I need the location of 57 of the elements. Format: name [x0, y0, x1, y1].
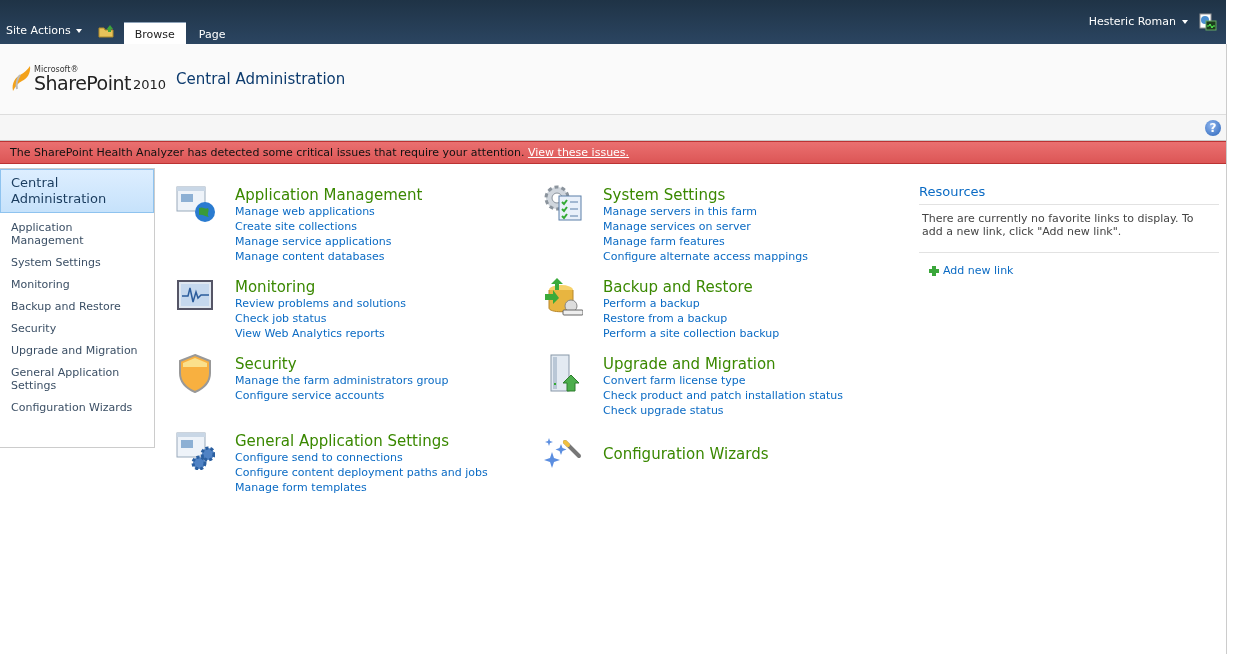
admin-link[interactable]: Configure service accounts: [235, 388, 449, 403]
add-link[interactable]: Add new link: [943, 263, 1014, 278]
section-heading[interactable]: Security: [235, 356, 449, 373]
web-page-gears-icon[interactable]: [175, 430, 215, 470]
section-heading[interactable]: Backup and Restore: [603, 279, 780, 296]
monitor-icon[interactable]: [1199, 13, 1217, 31]
database-arrows-icon[interactable]: [543, 276, 583, 316]
sidebar-item[interactable]: Configuration Wizards: [0, 397, 154, 419]
admin-link[interactable]: Manage form templates: [235, 480, 488, 495]
admin-link[interactable]: Manage web applications: [235, 204, 423, 219]
gear-checklist-icon[interactable]: [543, 184, 583, 224]
sharepoint-logo: Microsoft® SharePoint 2010: [10, 65, 167, 93]
site-actions-menu[interactable]: Site Actions: [0, 24, 88, 44]
section-heading[interactable]: System Settings: [603, 187, 809, 204]
sidebar-item[interactable]: Central Administration: [0, 169, 154, 213]
section-heading[interactable]: Upgrade and Migration: [603, 356, 843, 373]
admin-link[interactable]: Manage farm features: [603, 234, 809, 249]
admin-link[interactable]: Convert farm license type: [603, 373, 843, 388]
admin-link[interactable]: Manage servers in this farm: [603, 204, 809, 219]
resources-heading: Resources: [919, 184, 1219, 205]
ribbon-tab[interactable]: Browse: [123, 22, 186, 44]
sidebar-item[interactable]: General Application Settings: [0, 362, 154, 397]
sidebar-item[interactable]: Monitoring: [0, 274, 154, 296]
alert-message: The SharePoint Health Analyzer has detected some critical issues that require your attention. View these issues.: [10, 146, 631, 159]
admin-link[interactable]: Configure content deployment paths and jobs: [235, 465, 488, 480]
section-heading[interactable]: Configuration Wizards: [603, 446, 769, 463]
site-title[interactable]: Central Administration: [176, 70, 346, 88]
resources-message: There are currently no favorite links to display. To add a new link, click "Add new link".: [919, 205, 1219, 253]
admin-link[interactable]: Check upgrade status: [603, 403, 843, 418]
sidebar-item[interactable]: System Settings: [0, 252, 154, 274]
admin-link[interactable]: Manage content databases: [235, 249, 423, 264]
admin-link[interactable]: Review problems and solutions: [235, 296, 406, 311]
admin-link[interactable]: Create site collections: [235, 219, 423, 234]
admin-link[interactable]: View Web Analytics reports: [235, 326, 406, 341]
web-page-globe-icon[interactable]: [175, 184, 215, 224]
admin-link[interactable]: Manage services on server: [603, 219, 809, 234]
admin-link[interactable]: Perform a backup: [603, 296, 780, 311]
admin-link[interactable]: Check product and patch installation status: [603, 388, 843, 403]
plus-icon[interactable]: [929, 265, 939, 276]
admin-link[interactable]: Check job status: [235, 311, 406, 326]
section-heading[interactable]: General Application Settings: [235, 433, 488, 450]
admin-link[interactable]: Manage the farm administrators group: [235, 373, 449, 388]
admin-link[interactable]: Perform a site collection backup: [603, 326, 780, 341]
folder-up-icon[interactable]: [97, 24, 114, 38]
section-heading[interactable]: Monitoring: [235, 279, 406, 296]
admin-link[interactable]: Configure send to connections: [235, 450, 488, 465]
admin-link[interactable]: Manage service applications: [235, 234, 423, 249]
admin-link[interactable]: Configure alternate access mappings: [603, 249, 809, 264]
sidebar-item[interactable]: Application Management: [0, 217, 154, 252]
sidebar-item[interactable]: Upgrade and Migration: [0, 340, 154, 362]
sidebar-item[interactable]: Security: [0, 318, 154, 340]
admin-link[interactable]: Restore from a backup: [603, 311, 780, 326]
user-menu[interactable]: Hesteric Roman: [1088, 15, 1188, 28]
view-issues-link[interactable]: View these issues.: [527, 146, 630, 159]
section-heading[interactable]: Application Management: [235, 187, 423, 204]
sidebar-item[interactable]: Backup and Restore: [0, 296, 154, 318]
ribbon-tab[interactable]: Page: [187, 22, 237, 44]
